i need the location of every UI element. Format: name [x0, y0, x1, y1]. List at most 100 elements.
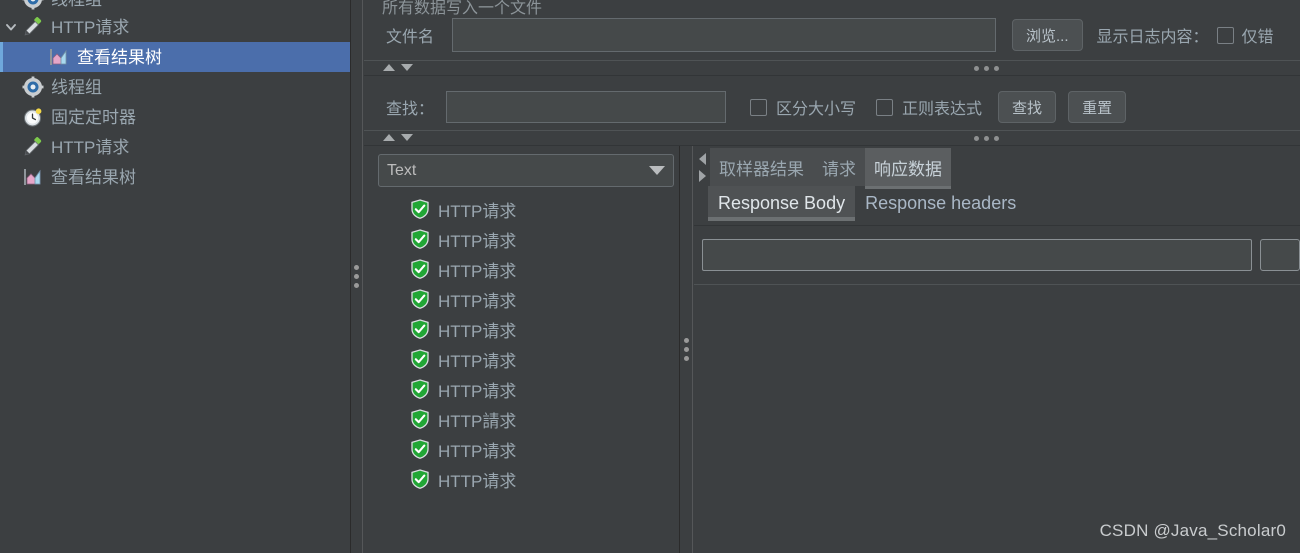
gear-icon	[22, 76, 44, 98]
list-item[interactable]: HTTP请求	[364, 314, 679, 344]
triangle-up-icon[interactable]	[383, 134, 395, 141]
tree-item-http-request-2[interactable]: HTTP请求	[0, 132, 350, 162]
main-splitter-handle[interactable]	[350, 0, 363, 553]
success-shield-icon	[410, 319, 430, 339]
list-item[interactable]: HTTP请求	[364, 464, 679, 494]
results-tree-icon	[22, 166, 44, 188]
collapse-divider-1[interactable]	[364, 60, 1300, 76]
success-shield-icon	[410, 469, 430, 489]
tree-item-thread-group-top[interactable]: 线程组	[0, 0, 350, 10]
results-tree-icon	[48, 46, 70, 68]
list-item[interactable]: HTTP请求	[364, 254, 679, 284]
tree-item-http-request-1[interactable]: HTTP请求	[0, 12, 350, 42]
listener-config-panel: 所有数据写入一个文件 文件名 浏览... 显示日志内容： 仅错 查找： 区分大小…	[364, 0, 1300, 553]
success-shield-icon	[410, 349, 430, 369]
tab-response-body[interactable]: Response Body	[708, 186, 856, 221]
tree-item-label: 查看结果树	[77, 47, 162, 67]
response-subtabs[interactable]: Response Body Response headers	[708, 186, 1300, 221]
filename-row: 文件名 浏览... 显示日志内容： 仅错	[364, 14, 1300, 56]
sample-result-list[interactable]: HTTP请求 HTTP请求 HTTP请求 HTTP请求 HTTP请求 HTTP请…	[364, 194, 679, 553]
sampler-icon	[22, 16, 44, 38]
splitter-grip-icon	[683, 338, 689, 361]
jmeter-window: 线程组 HTTP请求	[0, 0, 1300, 553]
renderer-select[interactable]: Text	[378, 154, 674, 187]
show-log-content-label: 显示日志内容：	[1096, 29, 1209, 46]
filename-input[interactable]	[452, 18, 997, 52]
tab-response-data[interactable]: 响应数据	[865, 148, 951, 189]
detail-tabstrip[interactable]: 取样器结果 请求 响应数据	[694, 148, 1300, 189]
case-sensitive-checkbox[interactable]	[750, 98, 768, 116]
divider-grip-icon-2[interactable]	[974, 136, 999, 141]
find-label: 查找：	[386, 101, 435, 118]
chevron-down-icon[interactable]	[649, 166, 665, 175]
chevron-left-icon[interactable]	[698, 152, 706, 165]
regex-checkbox[interactable]	[876, 98, 894, 116]
tree-item-label: HTTP请求	[51, 137, 130, 157]
regex-label: 正则表达式	[902, 101, 983, 118]
success-shield-icon	[410, 289, 430, 309]
tree-item-label: 线程组	[51, 0, 102, 8]
tree-item-label: HTTP请求	[51, 17, 130, 37]
collapse-arrows-1[interactable]	[383, 64, 413, 71]
list-item-label: HTTP请求	[438, 441, 517, 461]
chevron-right-icon[interactable]	[698, 169, 706, 182]
collapse-divider-2[interactable]	[364, 130, 1300, 146]
response-body-side-input[interactable]	[1260, 239, 1300, 271]
tree-item-constant-timer[interactable]: 固定定时器	[0, 102, 350, 132]
success-shield-icon	[410, 409, 430, 429]
tree-toggle-placeholder	[2, 78, 20, 96]
triangle-up-icon[interactable]	[383, 64, 395, 71]
reset-button[interactable]: 重置	[1068, 91, 1127, 123]
result-list-pane: Text HTTP请求 HTTP请求 HTTP请求 HTTP请求 HTTP请求 …	[364, 146, 680, 553]
list-item[interactable]: HTTP请求	[364, 374, 679, 404]
list-item-label: HTTP請求	[438, 411, 517, 431]
renderer-select-value: Text	[387, 161, 417, 179]
list-item[interactable]: HTTP请求	[364, 284, 679, 314]
tab-scroll-arrows[interactable]	[694, 148, 710, 186]
tree-item-label: 固定定时器	[51, 107, 136, 127]
success-shield-icon	[410, 199, 430, 219]
list-item-label: HTTP请求	[438, 291, 517, 311]
tree-item-thread-group-2[interactable]: 线程组	[0, 72, 350, 102]
list-item[interactable]: HTTP请求	[364, 224, 679, 254]
sample-detail-pane: 取样器结果 请求 响应数据 Response Body Response hea…	[694, 146, 1300, 553]
tab-request[interactable]: 请求	[813, 148, 865, 186]
list-item[interactable]: HTTP请求	[364, 194, 679, 224]
list-item-label: HTTP请求	[438, 231, 517, 251]
success-shield-icon	[410, 439, 430, 459]
results-splitter-handle[interactable]	[680, 146, 693, 553]
find-button[interactable]: 查找	[998, 91, 1057, 123]
tree-item-label: 线程组	[51, 77, 102, 97]
tree-item-label: 查看结果树	[51, 167, 136, 187]
success-shield-icon	[410, 379, 430, 399]
response-body-input[interactable]	[702, 239, 1252, 271]
chevron-down-icon[interactable]	[2, 18, 20, 36]
errors-only-checkbox[interactable]	[1216, 26, 1234, 44]
list-item-label: HTTP请求	[438, 471, 517, 491]
list-item-label: HTTP请求	[438, 321, 517, 341]
gear-icon	[22, 0, 44, 10]
results-content-area: Text HTTP请求 HTTP请求 HTTP请求 HTTP请求 HTTP请求 …	[364, 146, 1300, 553]
list-item[interactable]: HTTP請求	[364, 404, 679, 434]
timer-icon	[22, 106, 44, 128]
test-plan-tree[interactable]: 线程组 HTTP请求	[0, 0, 350, 553]
list-item[interactable]: HTTP请求	[364, 434, 679, 464]
sampler-icon	[22, 136, 44, 158]
browse-button[interactable]: 浏览...	[1012, 19, 1083, 51]
tab-response-headers[interactable]: Response headers	[855, 186, 1026, 221]
list-item-label: HTTP请求	[438, 351, 517, 371]
triangle-down-icon[interactable]	[401, 64, 413, 71]
find-input[interactable]	[446, 91, 727, 123]
triangle-down-icon[interactable]	[401, 134, 413, 141]
tree-item-view-results-tree-2[interactable]: 查看结果树	[0, 162, 350, 192]
case-sensitive-label: 区分大小写	[776, 101, 857, 118]
collapse-arrows-2[interactable]	[383, 134, 413, 141]
list-item-label: HTTP请求	[438, 261, 517, 281]
body-separator	[694, 284, 1300, 285]
tree-item-view-results-tree-selected[interactable]: 查看结果树	[0, 42, 350, 72]
divider-grip-icon-1[interactable]	[974, 66, 999, 71]
search-row: 查找： 区分大小写 正则表达式 查找 重置	[364, 84, 1300, 130]
list-item[interactable]: HTTP请求	[364, 344, 679, 374]
tab-sampler-result[interactable]: 取样器结果	[710, 148, 813, 186]
filename-label: 文件名	[386, 29, 435, 46]
